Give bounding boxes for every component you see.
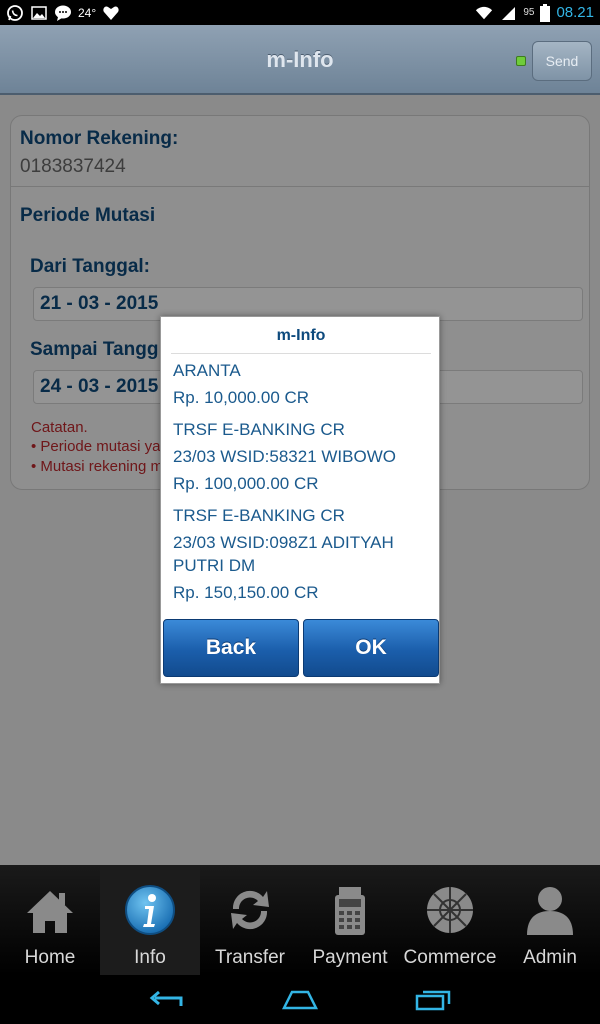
- commerce-icon: [427, 887, 473, 933]
- transfer-icon: [231, 890, 269, 930]
- info-icon: [125, 885, 175, 935]
- status-led: [516, 56, 526, 66]
- chat-icon: [54, 4, 72, 22]
- nav-label: Info: [134, 947, 166, 968]
- temperature-text: 24°: [78, 5, 97, 20]
- nav-item-transfer[interactable]: Transfer: [200, 865, 300, 975]
- dialog-title: m-Info: [276, 327, 326, 344]
- recents-icon: [416, 990, 451, 1010]
- list-item: ARANTA Rp. 10,000.00 CR: [173, 359, 431, 409]
- admin-icon: [527, 887, 573, 935]
- transaction-detail: 23/03 WSID:098Z1 ADITYAH: [173, 533, 394, 552]
- clock: 08.21: [556, 4, 594, 21]
- heart-icon: [102, 4, 120, 22]
- send-button[interactable]: Send: [532, 41, 592, 81]
- gallery-icon: [30, 4, 48, 22]
- dialog-divider: [171, 353, 431, 354]
- page-title: m-Info: [266, 47, 334, 72]
- transaction-amount: Rp. 150,150.00 CR: [173, 583, 319, 602]
- nav-item-admin[interactable]: Admin: [500, 865, 600, 975]
- nav-label: Payment: [312, 947, 388, 968]
- nav-item-info[interactable]: Info: [100, 865, 200, 975]
- home-outline-icon: [281, 990, 319, 1009]
- status-bar: 24° 95 08.21: [0, 0, 600, 25]
- list-item: TRSF E-BANKING CR 23/03 WSID:58321 WIBOW…: [173, 418, 431, 495]
- nav-label: Commerce: [403, 947, 497, 968]
- bottom-nav: Home Info Transfer Payment Commerce Admi…: [0, 865, 600, 975]
- whatsapp-icon: [6, 4, 24, 22]
- home-nav-button[interactable]: [275, 985, 325, 1015]
- app-header: m-Info Send: [0, 25, 600, 95]
- nav-label: Home: [24, 947, 76, 968]
- nav-label: Transfer: [214, 947, 286, 968]
- recents-nav-button[interactable]: [408, 985, 458, 1015]
- list-item: TRSF E-BANKING CR 23/03 WSID:098Z1 ADITY…: [173, 504, 431, 604]
- transaction-description: TRSF E-BANKING CR: [173, 506, 345, 525]
- transaction-amount: Rp. 100,000.00 CR: [173, 474, 319, 493]
- nav-item-payment[interactable]: Payment: [300, 865, 400, 975]
- ok-button[interactable]: OK: [303, 619, 439, 677]
- nav-item-home[interactable]: Home: [0, 865, 100, 975]
- home-icon: [27, 891, 73, 933]
- transaction-detail-cont: PUTRI DM: [173, 556, 256, 575]
- transaction-description: ARANTA: [173, 361, 241, 380]
- wifi-icon: [475, 4, 493, 22]
- transaction-amount: Rp. 10,000.00 CR: [173, 388, 310, 407]
- transaction-list: ARANTA Rp. 10,000.00 CR TRSF E-BANKING C…: [173, 359, 431, 613]
- payment-icon: [335, 887, 365, 935]
- battery-icon: [540, 3, 551, 22]
- back-nav-button[interactable]: [142, 985, 192, 1015]
- nav-item-commerce[interactable]: Commerce: [400, 865, 500, 975]
- signal-icon: [499, 4, 517, 22]
- mutation-dialog: m-Info ARANTA Rp. 10,000.00 CR TRSF E-BA…: [160, 316, 440, 684]
- system-nav-bar: [0, 975, 600, 1024]
- transaction-detail: 23/03 WSID:58321 WIBOWO: [173, 447, 396, 466]
- transaction-description: TRSF E-BANKING CR: [173, 420, 345, 439]
- back-arrow-icon: [149, 990, 183, 1006]
- back-button[interactable]: Back: [163, 619, 299, 677]
- battery-level: 95: [523, 7, 535, 18]
- nav-label: Admin: [523, 947, 577, 968]
